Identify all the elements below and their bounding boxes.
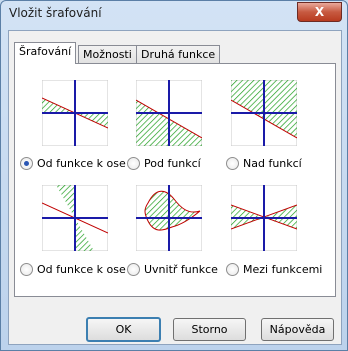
dialog-body: Šrafování Možnosti Druhá funkce Od funkc… (8, 30, 342, 345)
cancel-button[interactable]: Storno (173, 318, 246, 341)
radio-dot[interactable] (127, 157, 140, 170)
hatch-between-function-and-x-axis-icon[interactable] (42, 80, 108, 146)
hatch-between-function-and-y-axis-icon[interactable] (42, 185, 108, 251)
tab-moznosti[interactable]: Možnosti (78, 45, 137, 63)
radio-dot[interactable] (226, 263, 239, 276)
hatching-panel: Od funkce k ose x Pod funkcí Nad funkcí (14, 63, 336, 297)
radio-from-function-to-y-axis[interactable]: Od funkce k ose y (20, 263, 136, 276)
radio-above-function[interactable]: Nad funkcí (226, 157, 302, 170)
radio-dot[interactable] (20, 157, 33, 170)
radio-between-functions[interactable]: Mezi funkcemi (226, 263, 322, 276)
radio-label: Od funkce k ose x (37, 157, 136, 170)
radio-from-function-to-x-axis[interactable]: Od funkce k ose x (20, 157, 136, 170)
close-icon: X (314, 5, 325, 19)
radio-dot[interactable] (20, 263, 33, 276)
radio-label: Mezi funkcemi (243, 263, 323, 276)
radio-label: Od funkce k ose y (37, 263, 136, 276)
hatch-above-function-icon[interactable] (231, 80, 297, 146)
radio-label: Nad funkcí (243, 157, 302, 170)
radio-dot[interactable] (226, 157, 239, 170)
radio-label: Pod funkcí (144, 157, 201, 170)
tab-druha-funkce[interactable]: Druhá funkce (136, 45, 221, 63)
hatch-inside-function-icon[interactable] (136, 185, 202, 251)
help-button[interactable]: Nápověda (261, 318, 334, 341)
hatch-below-function-icon[interactable] (136, 80, 202, 146)
radio-below-function[interactable]: Pod funkcí (127, 157, 201, 170)
ok-button[interactable]: OK (86, 317, 161, 342)
radio-inside-function[interactable]: Uvnitř funkce (127, 263, 218, 276)
hatch-between-functions-icon[interactable] (231, 185, 297, 251)
radio-dot[interactable] (127, 263, 140, 276)
radio-label: Uvnitř funkce (144, 263, 218, 276)
title-bar[interactable]: Vložit šrafování X (1, 1, 347, 27)
dialog-window: Vložit šrafování X Šrafování Možnosti Dr… (0, 0, 348, 351)
close-button[interactable]: X (297, 2, 342, 22)
tab-srafovani[interactable]: Šrafování (14, 42, 77, 64)
window-title: Vložit šrafování (9, 6, 102, 20)
